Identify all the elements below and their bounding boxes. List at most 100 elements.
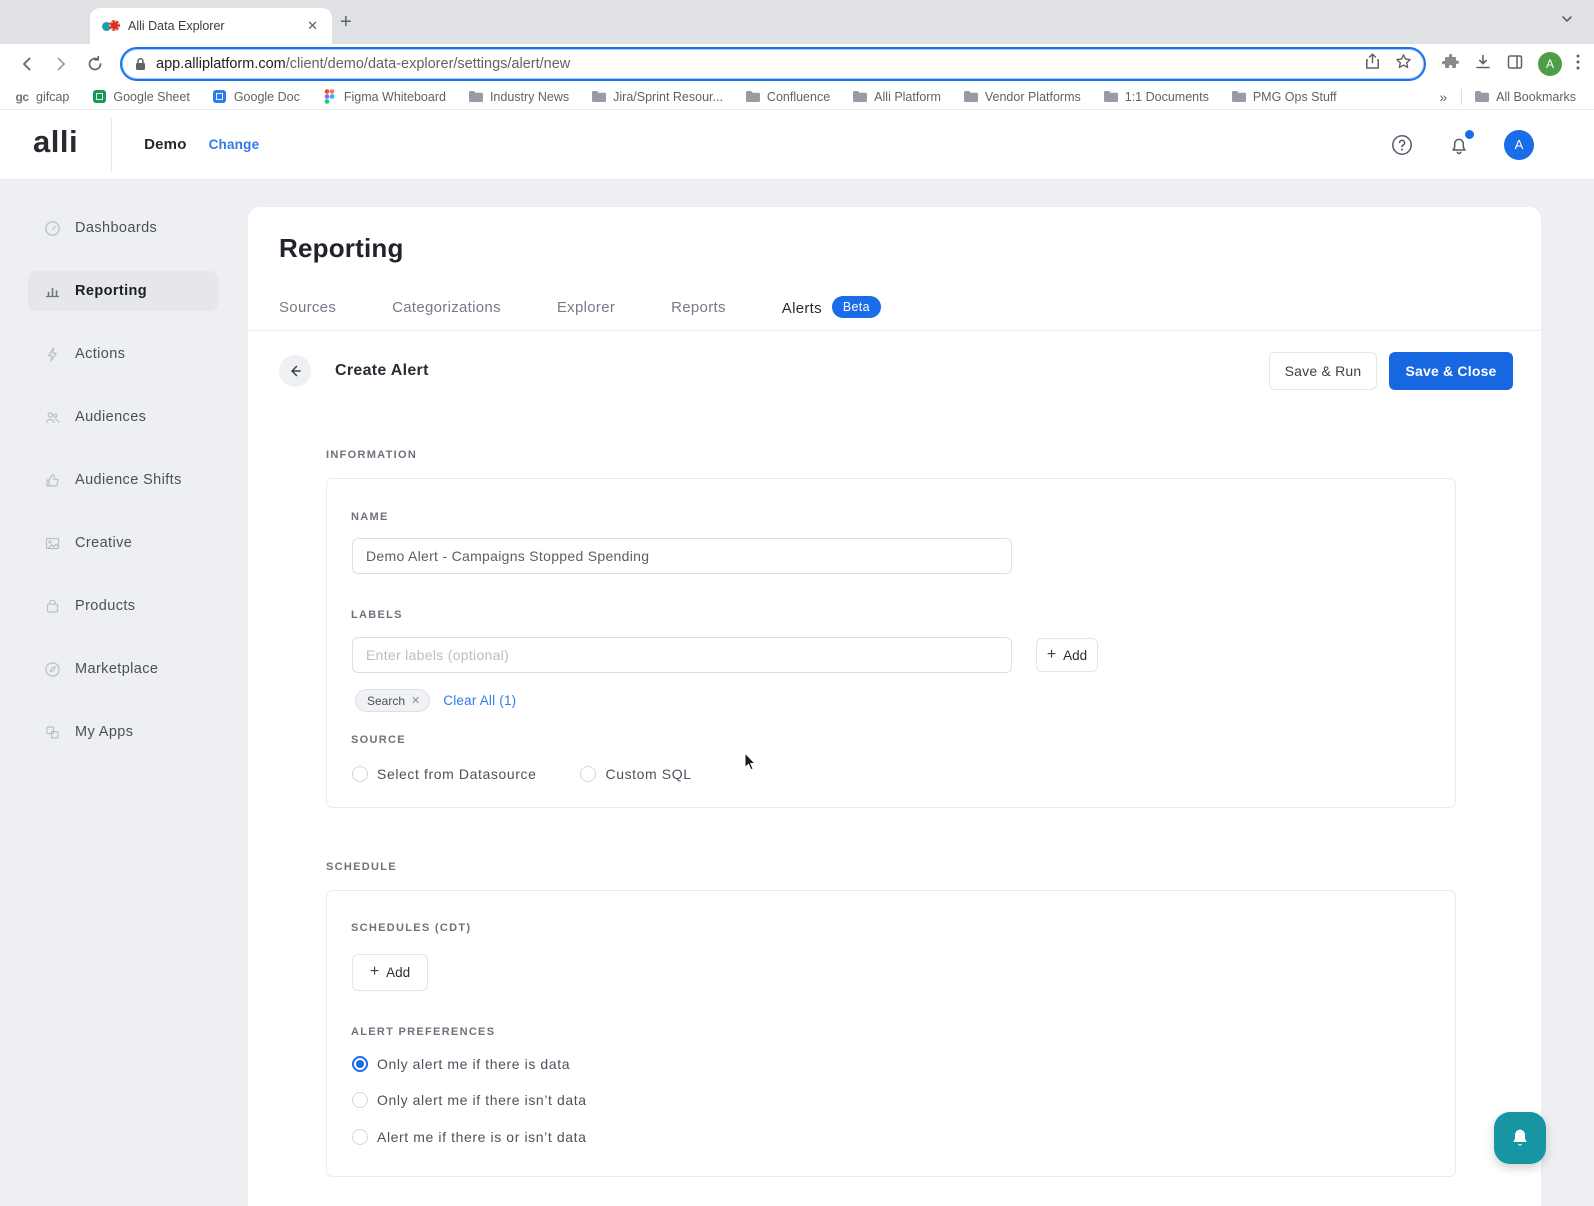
browser-menu-kebab-icon[interactable] — [1576, 54, 1580, 75]
share-icon[interactable] — [1364, 53, 1381, 75]
radio-alert-either-way[interactable] — [352, 1129, 368, 1145]
folder-icon — [1231, 89, 1247, 105]
sidebar-item-label: Creative — [75, 535, 132, 551]
browser-tab[interactable]: Alli Data Explorer ✕ — [90, 8, 332, 44]
sidebar-item-label: Products — [75, 598, 135, 614]
app-header: alli Demo Change A — [0, 110, 1594, 180]
radio-label[interactable]: Only alert me if there isn’t data — [377, 1092, 587, 1108]
add-label-button[interactable]: +Add — [1036, 638, 1098, 672]
url-text[interactable]: app.alliplatform.com/client/demo/data-ex… — [156, 56, 1364, 72]
bookmark-industry-news[interactable]: Industry News — [468, 89, 569, 105]
information-section-label: INFORMATION — [326, 449, 417, 461]
sidebar-item-audience-shifts[interactable]: Audience Shifts — [28, 460, 218, 500]
forward-button[interactable] — [47, 50, 75, 78]
bookmarks-overflow-chevrons[interactable]: » — [1439, 89, 1447, 105]
sidebar-item-audiences[interactable]: Audiences — [28, 397, 218, 437]
bookmark-google-doc[interactable]: Google Doc — [212, 89, 300, 105]
blocks-icon — [44, 724, 61, 741]
download-icon[interactable] — [1474, 53, 1492, 76]
bookmark-vendor-platforms[interactable]: Vendor Platforms — [963, 89, 1081, 105]
folder-icon — [591, 89, 607, 105]
folder-icon — [1474, 89, 1490, 105]
lightning-icon — [44, 346, 61, 363]
back-button[interactable] — [13, 50, 41, 78]
client-name: Demo — [144, 136, 186, 153]
schedule-section-label: SCHEDULE — [326, 861, 397, 873]
sidebar-item-label: My Apps — [75, 724, 133, 740]
lock-icon — [134, 57, 147, 71]
bookmark-star-icon[interactable] — [1395, 53, 1412, 75]
tabs-divider — [248, 330, 1541, 331]
save-and-close-button[interactable]: Save & Close — [1389, 352, 1513, 390]
help-icon[interactable] — [1390, 133, 1414, 157]
radio-label[interactable]: Custom SQL — [605, 766, 691, 782]
label-chip-search[interactable]: Search✕ — [355, 689, 430, 712]
labels-input[interactable] — [352, 637, 1012, 673]
folder-icon — [963, 89, 979, 105]
clear-all-link[interactable]: Clear All (1) — [443, 693, 516, 708]
tab-close-icon[interactable]: ✕ — [303, 16, 322, 36]
side-panel-icon[interactable] — [1506, 53, 1524, 76]
user-avatar[interactable]: A — [1504, 130, 1534, 160]
folder-icon — [1103, 89, 1119, 105]
sidebar-item-label: Marketplace — [75, 661, 158, 677]
bookmark-confluence[interactable]: Confluence — [745, 89, 830, 105]
notification-fab[interactable] — [1494, 1112, 1546, 1164]
sidebar: Dashboards Reporting Actions Audiences A… — [0, 180, 248, 1206]
bookmark-google-sheet[interactable]: Google Sheet — [91, 89, 189, 105]
save-and-run-button[interactable]: Save & Run — [1269, 352, 1377, 390]
add-schedule-button[interactable]: +Add — [352, 954, 428, 991]
bell-icon — [1507, 1123, 1533, 1154]
section-title: Reporting — [279, 233, 404, 264]
bookmark-alli-platform[interactable]: Alli Platform — [852, 89, 941, 105]
tab-categorizations[interactable]: Categorizations — [392, 299, 501, 316]
notifications-bell-icon[interactable] — [1447, 133, 1471, 157]
mouse-cursor — [744, 752, 758, 772]
alert-name-input[interactable] — [352, 538, 1012, 574]
tab-explorer[interactable]: Explorer — [557, 299, 615, 316]
page-body: Dashboards Reporting Actions Audiences A… — [0, 180, 1594, 1206]
sidebar-item-reporting[interactable]: Reporting — [28, 271, 218, 311]
thumbs-up-icon — [44, 472, 61, 489]
reload-button[interactable] — [81, 50, 109, 78]
radio-label[interactable]: Only alert me if there is data — [377, 1056, 570, 1072]
sidebar-item-dashboards[interactable]: Dashboards — [28, 208, 218, 248]
radio-label[interactable]: Select from Datasource — [377, 766, 536, 782]
url-bar[interactable]: app.alliplatform.com/client/demo/data-ex… — [120, 47, 1426, 81]
back-arrow-button[interactable] — [279, 355, 311, 387]
schedule-card: SCHEDULES (CDT) +Add ALERT PREFERENCES O… — [326, 890, 1456, 1177]
bookmark-figma-whiteboard[interactable]: Figma Whiteboard — [322, 89, 446, 105]
tab-alerts[interactable]: AlertsBeta — [782, 296, 881, 318]
radio-select-from-datasource[interactable] — [352, 766, 368, 782]
radio-label[interactable]: Alert me if there is or isn’t data — [377, 1129, 586, 1145]
google-doc-icon — [212, 89, 228, 105]
sidebar-item-creative[interactable]: Creative — [28, 523, 218, 563]
browser-toolbar: app.alliplatform.com/client/demo/data-ex… — [0, 44, 1594, 84]
tab-overflow-chevron-icon[interactable] — [1560, 12, 1574, 31]
bookmark-pmg-ops-stuff[interactable]: PMG Ops Stuff — [1231, 89, 1337, 105]
browser-profile-avatar[interactable]: A — [1538, 52, 1562, 76]
sidebar-item-marketplace[interactable]: Marketplace — [28, 649, 218, 689]
plus-icon: + — [1047, 647, 1056, 663]
tab-sources[interactable]: Sources — [279, 299, 336, 316]
information-card: NAME LABELS +Add Search✕ Clear All (1) S… — [326, 478, 1456, 808]
new-tab-button[interactable]: + — [340, 10, 352, 34]
sidebar-item-actions[interactable]: Actions — [28, 334, 218, 374]
bookmark-jira-sprint[interactable]: Jira/Sprint Resour... — [591, 89, 723, 105]
chip-remove-icon[interactable]: ✕ — [411, 694, 420, 707]
bookmark-gifcap[interactable]: gcgifcap — [14, 89, 69, 105]
create-alert-title: Create Alert — [335, 362, 429, 380]
beta-badge: Beta — [832, 296, 881, 318]
source-field-label: SOURCE — [351, 734, 406, 746]
bookmark-1-1-documents[interactable]: 1:1 Documents — [1103, 89, 1209, 105]
sidebar-item-my-apps[interactable]: My Apps — [28, 712, 218, 752]
radio-custom-sql[interactable] — [580, 766, 596, 782]
alli-logo[interactable]: alli — [33, 126, 78, 163]
radio-alert-if-data[interactable] — [352, 1056, 368, 1072]
change-client-link[interactable]: Change — [209, 137, 260, 152]
extensions-puzzle-icon[interactable] — [1442, 53, 1460, 76]
all-bookmarks[interactable]: All Bookmarks — [1474, 89, 1576, 105]
tab-reports[interactable]: Reports — [671, 299, 726, 316]
sidebar-item-products[interactable]: Products — [28, 586, 218, 626]
radio-alert-if-no-data[interactable] — [352, 1092, 368, 1108]
